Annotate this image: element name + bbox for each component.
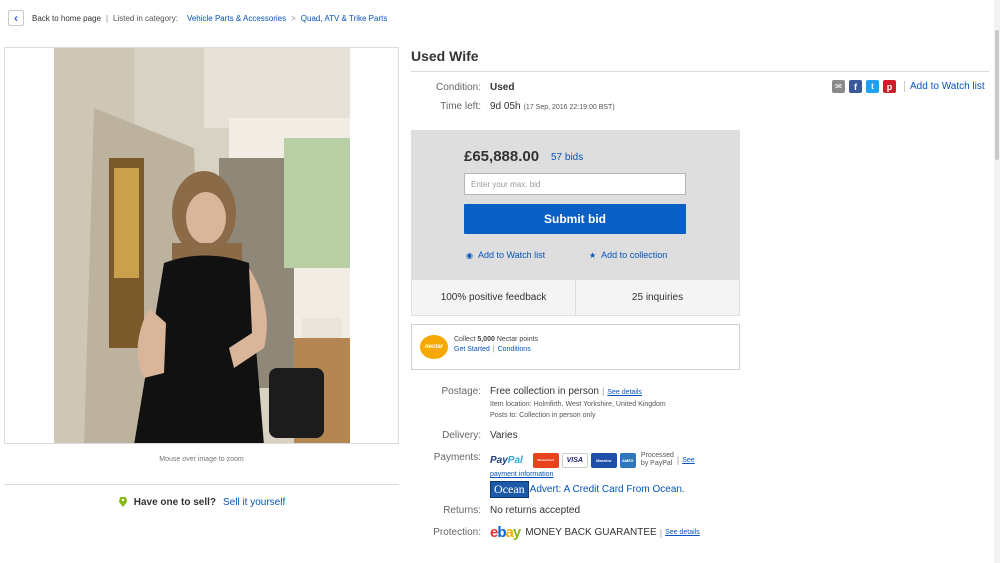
protection-label: Protection: (433, 527, 481, 538)
money-back-guarantee: MONEY BACK GUARANTEE (525, 527, 657, 538)
divider: | (659, 527, 663, 538)
maestro-icon: Maestro (590, 452, 617, 468)
see-payment-link[interactable]: See (682, 457, 694, 464)
payments-label: Payments: (433, 452, 481, 463)
postage-see-details-link[interactable]: See details (607, 389, 642, 396)
postage-row: Postage: Free collection in person | See… (411, 386, 642, 397)
scrollbar-thumb[interactable] (995, 30, 999, 160)
submit-bid-button[interactable]: Submit bid (464, 204, 686, 234)
divider: | (676, 455, 680, 465)
payments-row: Payments: PayPal MasterCard VISA Maestro… (411, 452, 695, 468)
sell-question: Have one to sell? (133, 496, 216, 508)
delivery-label: Delivery: (442, 430, 481, 441)
item-title: Used Wife (411, 48, 479, 64)
bidbox-watch-link[interactable]: ◉ Add to Watch list (466, 250, 545, 260)
ocean-logo[interactable]: Ocean (490, 481, 529, 498)
max-bid-input[interactable] (464, 173, 686, 195)
divider (4, 484, 399, 485)
nectar-logo: nectar (420, 335, 448, 359)
breadcrumb: ‹ Back to home page | Listed in category… (8, 10, 387, 26)
returns-value: No returns accepted (490, 505, 581, 516)
breadcrumb-separator: > (291, 13, 296, 23)
nectar-points-text: Collect 5,000 Nectar points (454, 336, 539, 343)
ocean-advert-link[interactable]: Advert: A Credit Card From Ocean. (530, 484, 685, 495)
item-photo[interactable] (54, 48, 350, 443)
processed-by-paypal: Processed by PayPal (640, 452, 674, 467)
payment-information-link[interactable]: payment information (490, 471, 553, 478)
time-left-value: 9d 05h (490, 101, 521, 112)
protection-row: Protection: ebay MONEY BACK GUARANTEE | … (411, 524, 700, 541)
back-arrow-icon[interactable]: ‹ (8, 10, 24, 26)
ebay-logo: ebay (490, 524, 521, 541)
sell-it-yourself-link[interactable]: Sell it yourself (223, 497, 285, 508)
nectar-banner: nectar Collect 5,000 Nectar points Get S… (411, 324, 740, 370)
nectar-links: Get Started | Conditions (454, 346, 531, 353)
seller-stats: 100% positive feedback 25 inquiries (411, 280, 740, 316)
title-divider (411, 71, 989, 72)
condition-value: Used (490, 82, 515, 93)
main-image-panel[interactable] (4, 47, 399, 444)
listed-in-label: Listed in category: (113, 13, 178, 23)
amex-icon: AMEX (619, 452, 636, 468)
end-time: (17 Sep, 2016 22:19:00 BST) (523, 104, 615, 111)
mastercard-icon: MasterCard (532, 452, 559, 468)
facebook-share-icon[interactable]: f (849, 80, 862, 93)
nectar-get-started-link[interactable]: Get Started (454, 346, 490, 353)
inquiries-count: 25 inquiries (575, 280, 739, 315)
returns-row: Returns: No returns accepted (411, 505, 580, 516)
condition-label: Condition: (435, 82, 481, 93)
bidbox-watch-label: Add to Watch list (477, 250, 546, 260)
add-to-collection-link[interactable]: ★ Add to collection (589, 250, 667, 260)
returns-label: Returns: (443, 505, 481, 516)
postage-value: Free collection in person (490, 386, 599, 397)
category-link-vehicle-parts[interactable]: Vehicle Parts & Accessories (187, 14, 286, 23)
category-link-quad-parts[interactable]: Quad, ATV & Trike Parts (301, 14, 388, 23)
bid-count-link[interactable]: 57 bids (551, 152, 583, 163)
scrollbar[interactable] (994, 0, 1000, 563)
guarantee-see-details-link[interactable]: See details (665, 529, 700, 536)
eye-icon: ◉ (466, 250, 473, 260)
delivery-row: Delivery: Varies (411, 430, 518, 441)
nectar-conditions-link[interactable]: Conditions (498, 346, 531, 353)
current-price: £65,888.00 (464, 148, 540, 165)
payment-information-link-row: payment information (490, 471, 553, 478)
sell-banner: Have one to sell? Sell it yourself (4, 496, 399, 508)
visa-icon: VISA (561, 452, 588, 468)
paypal-logo: PayPal (490, 454, 523, 466)
add-to-collection-label: Add to collection (601, 250, 668, 260)
price-tag-icon (118, 497, 127, 507)
time-left-row: Time left: 9d 05h (17 Sep, 2016 22:19:00… (411, 101, 615, 112)
email-share-icon[interactable]: ✉ (832, 80, 845, 93)
bid-box: £65,888.00 57 bids Submit bid ◉ Add to W… (411, 130, 740, 280)
positive-feedback: 100% positive feedback (440, 292, 547, 303)
photo-illustration (54, 48, 350, 443)
time-left-label: Time left: (440, 101, 481, 112)
share-bar: ✉ f t p Add to Watch list (832, 80, 985, 93)
divider: | (601, 386, 605, 396)
zoom-hint: Mouse over image to zoom (159, 456, 244, 463)
postage-label: Postage: (441, 386, 481, 397)
condition-row: Condition: Used (411, 82, 514, 93)
star-icon: ★ (589, 250, 597, 260)
posts-to: Posts to: Collection in person only (490, 412, 596, 419)
add-to-watch-list-link[interactable]: Add to Watch list (904, 81, 985, 92)
item-location: Item location: Holmfirth, West Yorkshire… (490, 401, 666, 408)
back-to-home-link[interactable]: Back to home page (32, 14, 101, 23)
breadcrumb-divider: | (105, 13, 109, 23)
delivery-value: Varies (490, 430, 518, 441)
twitter-share-icon[interactable]: t (866, 80, 879, 93)
ocean-advert: Ocean Advert: A Credit Card From Ocean. (490, 481, 685, 498)
pinterest-share-icon[interactable]: p (883, 80, 896, 93)
